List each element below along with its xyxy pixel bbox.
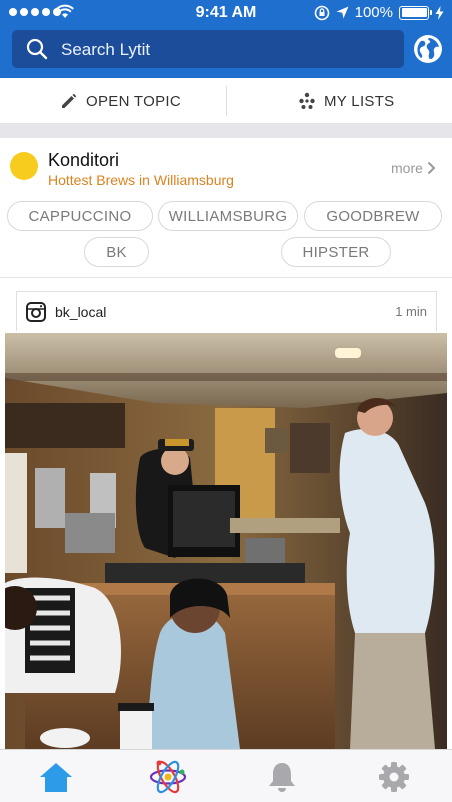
- my-lists-label: MY LISTS: [324, 92, 395, 110]
- instagram-icon: [26, 302, 46, 322]
- atom-icon: [149, 760, 187, 794]
- tag-chip[interactable]: CAPPUCCINO: [7, 201, 153, 231]
- place-status-dot: [10, 152, 38, 180]
- app-header: 9:41 AM 100% Search Lytit: [0, 0, 452, 78]
- search-icon: [26, 38, 48, 60]
- search-input[interactable]: Search Lytit: [61, 40, 150, 60]
- my-lists-button[interactable]: MY LISTS: [298, 78, 394, 124]
- location-arrow-icon: [336, 6, 349, 19]
- post-photo[interactable]: [5, 333, 447, 749]
- tab-discover[interactable]: [148, 758, 188, 796]
- gear-icon: [379, 762, 409, 792]
- battery-icon: [399, 5, 432, 20]
- bell-icon: [269, 763, 295, 792]
- tab-home[interactable]: [36, 758, 76, 796]
- dots-cluster-icon: [299, 92, 315, 109]
- post-username[interactable]: bk_local: [55, 304, 106, 320]
- tag-chip[interactable]: HIPSTER: [281, 237, 391, 267]
- home-icon: [40, 763, 72, 792]
- post-header: bk_local 1 min: [16, 291, 437, 331]
- action-row: OPEN TOPIC MY LISTS: [0, 78, 452, 124]
- tag-chip[interactable]: GOODBREW: [304, 201, 442, 231]
- section-divider: [0, 124, 452, 138]
- tag-chip[interactable]: BK: [84, 237, 149, 267]
- globe-icon[interactable]: [412, 33, 444, 65]
- post-timestamp: 1 min: [395, 304, 427, 319]
- place-subtitle: Hottest Brews in Williamsburg: [48, 172, 234, 188]
- chevron-right-icon: [427, 161, 436, 175]
- open-topic-label: OPEN TOPIC: [86, 92, 181, 110]
- place-card[interactable]: Konditori Hottest Brews in Williamsburg …: [0, 138, 452, 278]
- rotation-lock-icon: [314, 5, 329, 20]
- search-bar[interactable]: Search Lytit: [12, 30, 404, 68]
- battery-percent: 100%: [354, 4, 393, 21]
- status-right: 100%: [314, 4, 444, 21]
- tab-bar: [0, 749, 452, 802]
- tag-chip[interactable]: WILLIAMSBURG: [158, 201, 298, 231]
- more-link[interactable]: more: [391, 160, 436, 176]
- pencil-icon: [62, 93, 77, 108]
- status-bar: 9:41 AM 100%: [0, 0, 452, 26]
- charging-bolt-icon: [435, 5, 444, 20]
- open-topic-button[interactable]: OPEN TOPIC: [60, 78, 181, 124]
- tab-settings[interactable]: [374, 758, 414, 796]
- place-name: Konditori: [48, 150, 120, 170]
- more-label: more: [391, 160, 423, 176]
- tab-notifications[interactable]: [262, 758, 302, 796]
- divider: [226, 86, 227, 116]
